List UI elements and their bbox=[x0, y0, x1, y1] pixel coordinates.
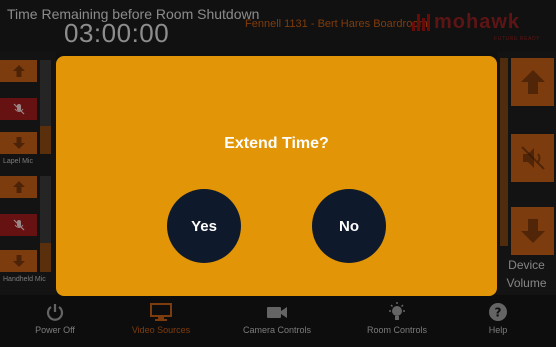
no-button[interactable]: No bbox=[312, 189, 386, 263]
yes-button[interactable]: Yes bbox=[167, 189, 241, 263]
extend-time-dialog: Extend Time? Yes No bbox=[56, 56, 497, 296]
dialog-title: Extend Time? bbox=[224, 135, 329, 152]
